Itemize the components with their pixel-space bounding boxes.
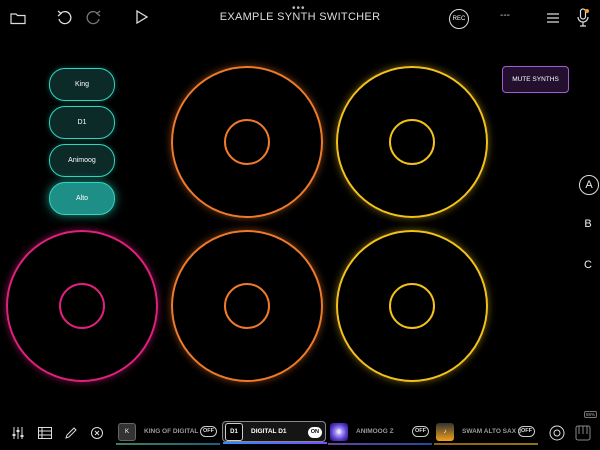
pad-pink[interactable] [6, 230, 158, 382]
instrument-name: DIGITAL D1 [251, 428, 287, 435]
pad-center-ring [59, 283, 105, 329]
pad-yellow-top[interactable] [336, 66, 488, 218]
instrument-thumb: ♪ [436, 422, 454, 441]
instrument-level-bar [434, 443, 538, 445]
instrument-level-bar [116, 443, 220, 445]
instrument-slot-king[interactable]: K KING OF DIGITAL OFF [116, 421, 220, 445]
instrument-thumb: D1 [225, 422, 243, 441]
synth-button-d1[interactable]: D1 [49, 106, 115, 139]
instrument-level-bar [223, 442, 327, 444]
close-icon[interactable] [88, 424, 106, 442]
instrument-slot-swam[interactable]: ♪ SWAM ALTO SAX 3 OFF [434, 421, 538, 445]
synth-button-alto[interactable]: Alto [49, 182, 115, 215]
instrument-level-bar [328, 443, 432, 445]
folder-icon[interactable] [9, 9, 27, 27]
synth-button-king[interactable]: King [49, 68, 115, 101]
list-icon[interactable] [36, 424, 54, 442]
menu-icon[interactable] [544, 9, 562, 27]
play-icon[interactable] [133, 8, 151, 26]
pad-center-ring [389, 283, 435, 329]
pad-center-ring [224, 283, 270, 329]
instrument-thumb: ◎ [330, 422, 348, 441]
instrument-name: ANIMOOG Z [356, 428, 394, 435]
synth-button-animoog[interactable]: Animoog [49, 144, 115, 177]
pencil-icon[interactable] [62, 424, 80, 442]
pad-yellow-bottom[interactable] [336, 230, 488, 382]
instrument-slot-d1[interactable]: D1 DIGITAL D1 ON [222, 421, 327, 444]
pad-center-ring [389, 119, 435, 165]
pad-orange-bottom[interactable] [171, 230, 323, 382]
instrument-slot-animoog[interactable]: ◎ ANIMOOG Z OFF [328, 421, 432, 445]
instrument-thumb: K [118, 422, 136, 441]
mute-synths-button[interactable]: MUTE SYNTHS [502, 66, 569, 93]
scene-b-button[interactable]: B [579, 215, 597, 233]
microphone-icon[interactable] [574, 7, 592, 29]
instrument-state-toggle[interactable]: ON [307, 427, 322, 438]
scene-a-button[interactable]: A [579, 175, 599, 195]
instrument-state-toggle[interactable]: OFF [412, 426, 429, 437]
undo-icon[interactable] [55, 8, 73, 26]
keyboard-icon[interactable] [574, 423, 592, 443]
instrument-state-toggle[interactable]: OFF [518, 426, 535, 437]
pad-center-ring [224, 119, 270, 165]
record-button[interactable]: REC [449, 9, 469, 29]
scene-c-button[interactable]: C [579, 256, 597, 274]
instrument-name: KING OF DIGITAL [144, 428, 199, 435]
instrument-name: SWAM ALTO SAX 3 [462, 428, 522, 435]
pad-orange-top[interactable] [171, 66, 323, 218]
status-dashes: --- [500, 10, 510, 21]
mixer-icon[interactable] [9, 424, 27, 442]
instrument-state-toggle[interactable]: OFF [200, 426, 217, 437]
record-circle-icon[interactable] [548, 424, 566, 442]
redo-icon[interactable] [85, 8, 103, 26]
battery-indicator: 88% [584, 411, 598, 418]
